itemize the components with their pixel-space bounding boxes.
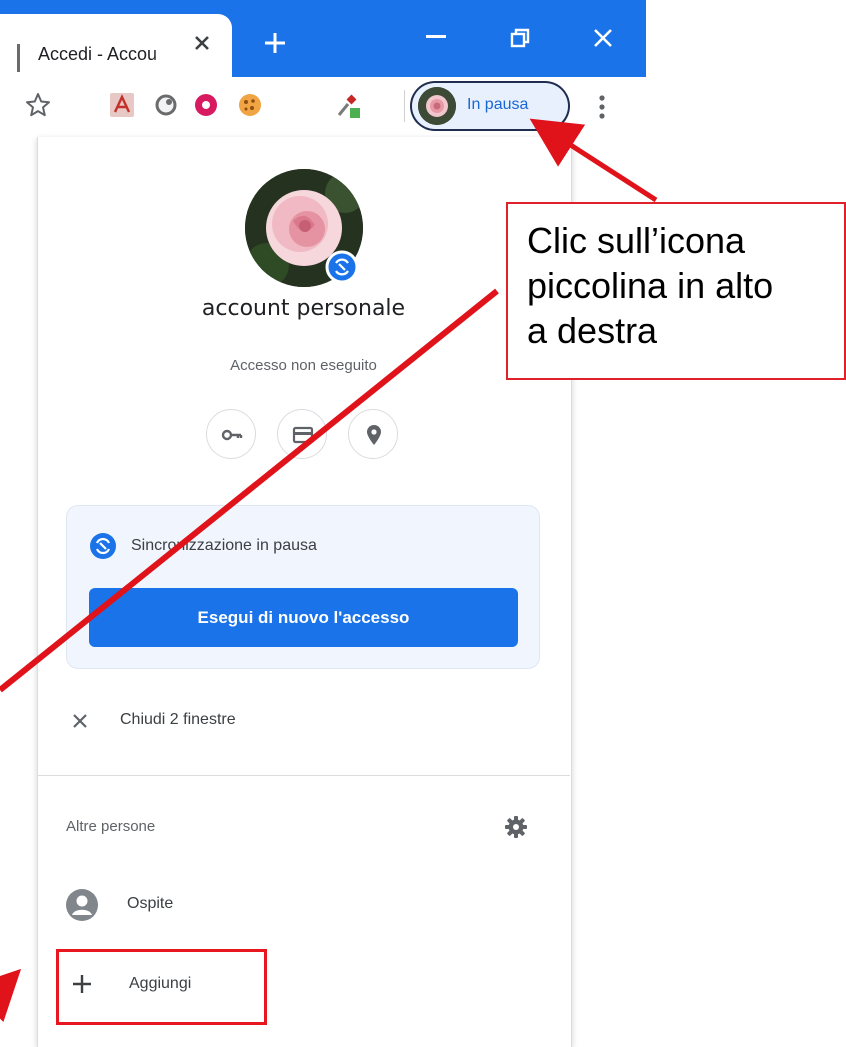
other-people-heading: Altre persone — [66, 818, 156, 835]
account-name: account personale — [201, 296, 406, 321]
callout-line-2: piccolina in alto — [527, 265, 774, 306]
cookie-extension-icon[interactable] — [236, 91, 264, 119]
window-close-icon[interactable] — [592, 27, 614, 49]
sync-paused-message: Sincronizzazione in pausa — [131, 537, 317, 554]
guest-avatar-icon[interactable] — [64, 887, 100, 923]
profile-button[interactable]: In pausa — [412, 83, 568, 129]
annotation-callout: Clic sull’icona piccolina in alto a dest… — [506, 202, 846, 380]
payment-methods-button[interactable] — [277, 409, 327, 459]
gear-icon[interactable] — [503, 814, 529, 840]
minimize-icon[interactable] — [426, 34, 446, 40]
key-icon — [221, 429, 243, 441]
menu-divider — [37, 775, 570, 776]
tab-close-icon[interactable] — [192, 33, 212, 53]
new-tab-icon[interactable] — [263, 31, 287, 55]
addresses-button[interactable] — [348, 409, 398, 459]
kebab-menu-icon[interactable] — [598, 94, 606, 120]
tab-title[interactable]: Accedi - Accou — [38, 44, 178, 65]
passwords-button[interactable] — [206, 409, 256, 459]
callout-line-1: Clic sull’icona — [527, 220, 746, 261]
tab-separator — [17, 44, 20, 72]
star-icon[interactable] — [24, 91, 52, 119]
sync-badge-icon — [325, 250, 359, 284]
account-status: Accesso non eseguito — [230, 357, 377, 374]
flower-extension-icon[interactable] — [192, 91, 220, 119]
eyedropper-extension-icon[interactable] — [334, 91, 362, 119]
circle-extension-icon[interactable] — [152, 91, 180, 119]
profile-button-label: In pausa — [467, 96, 529, 113]
restore-icon[interactable] — [509, 27, 531, 49]
close-windows-label[interactable]: Chiudi 2 finestre — [120, 711, 236, 729]
callout-line-3: a destra — [527, 310, 658, 351]
location-icon — [367, 425, 381, 445]
toolbar-divider — [404, 90, 405, 122]
add-highlight-box — [56, 949, 267, 1025]
callout-text: Clic sull’icona piccolina in alto a dest… — [527, 218, 773, 353]
browser-tab[interactable]: Accedi - Accou — [0, 14, 232, 77]
sync-paused-icon — [90, 533, 116, 559]
sign-in-again-button[interactable]: Esegui di nuovo l'accesso — [89, 588, 518, 647]
pdf-extension-icon[interactable] — [108, 91, 136, 119]
profile-avatar — [418, 87, 456, 125]
guest-label[interactable]: Ospite — [127, 895, 173, 913]
card-icon — [292, 426, 314, 444]
close-windows-icon[interactable] — [70, 711, 90, 731]
arrow-to-add-box — [0, 968, 22, 1022]
